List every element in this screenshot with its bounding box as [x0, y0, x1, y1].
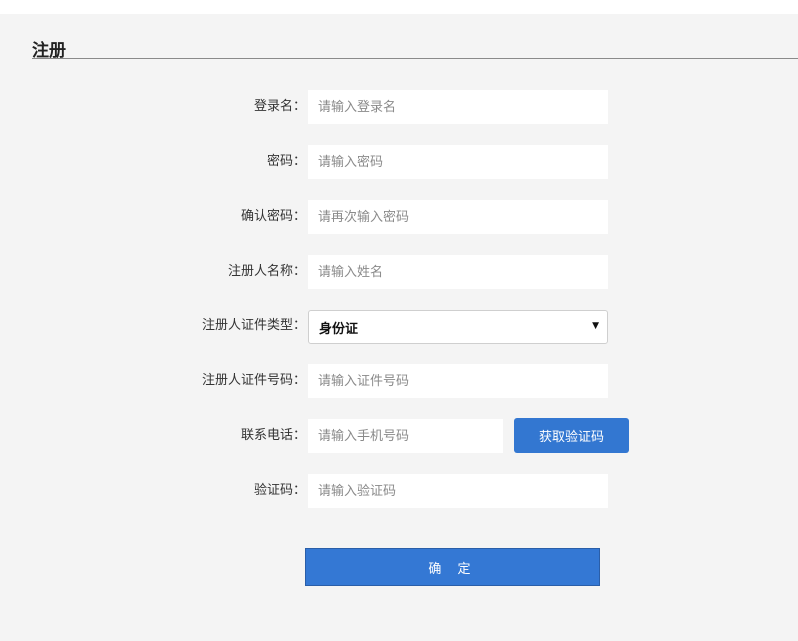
confirm-password-label: 确认密码：	[240, 209, 306, 224]
id-number-label: 注册人证件号码：	[201, 373, 306, 388]
phone-input[interactable]	[308, 419, 503, 453]
registrant-name-input[interactable]	[308, 255, 608, 289]
login-name-input[interactable]	[308, 90, 608, 124]
id-number-input[interactable]	[308, 364, 608, 398]
password-label: 密码：	[266, 154, 306, 169]
registrant-name-label: 注册人名称：	[227, 264, 306, 279]
chevron-down-icon: ▼	[592, 321, 599, 331]
password-input[interactable]	[308, 145, 608, 179]
id-type-label: 注册人证件类型：	[201, 318, 306, 333]
phone-label: 联系电话：	[240, 428, 306, 443]
submit-button[interactable]: 确 定	[305, 548, 600, 586]
get-code-button[interactable]: 获取验证码	[514, 418, 629, 453]
verify-code-input[interactable]	[308, 474, 608, 508]
register-panel: 注册 登录名： 密码： 确认密码： 注册人名称： 注册人证件类型： 身份证 ▼ …	[0, 14, 798, 641]
id-type-select[interactable]: 身份证 ▼	[308, 310, 608, 344]
verify-code-label: 验证码：	[253, 483, 306, 498]
title-divider	[32, 58, 798, 59]
login-name-label: 登录名：	[253, 99, 306, 114]
id-type-selected-value: 身份证	[319, 321, 359, 337]
confirm-password-input[interactable]	[308, 200, 608, 234]
